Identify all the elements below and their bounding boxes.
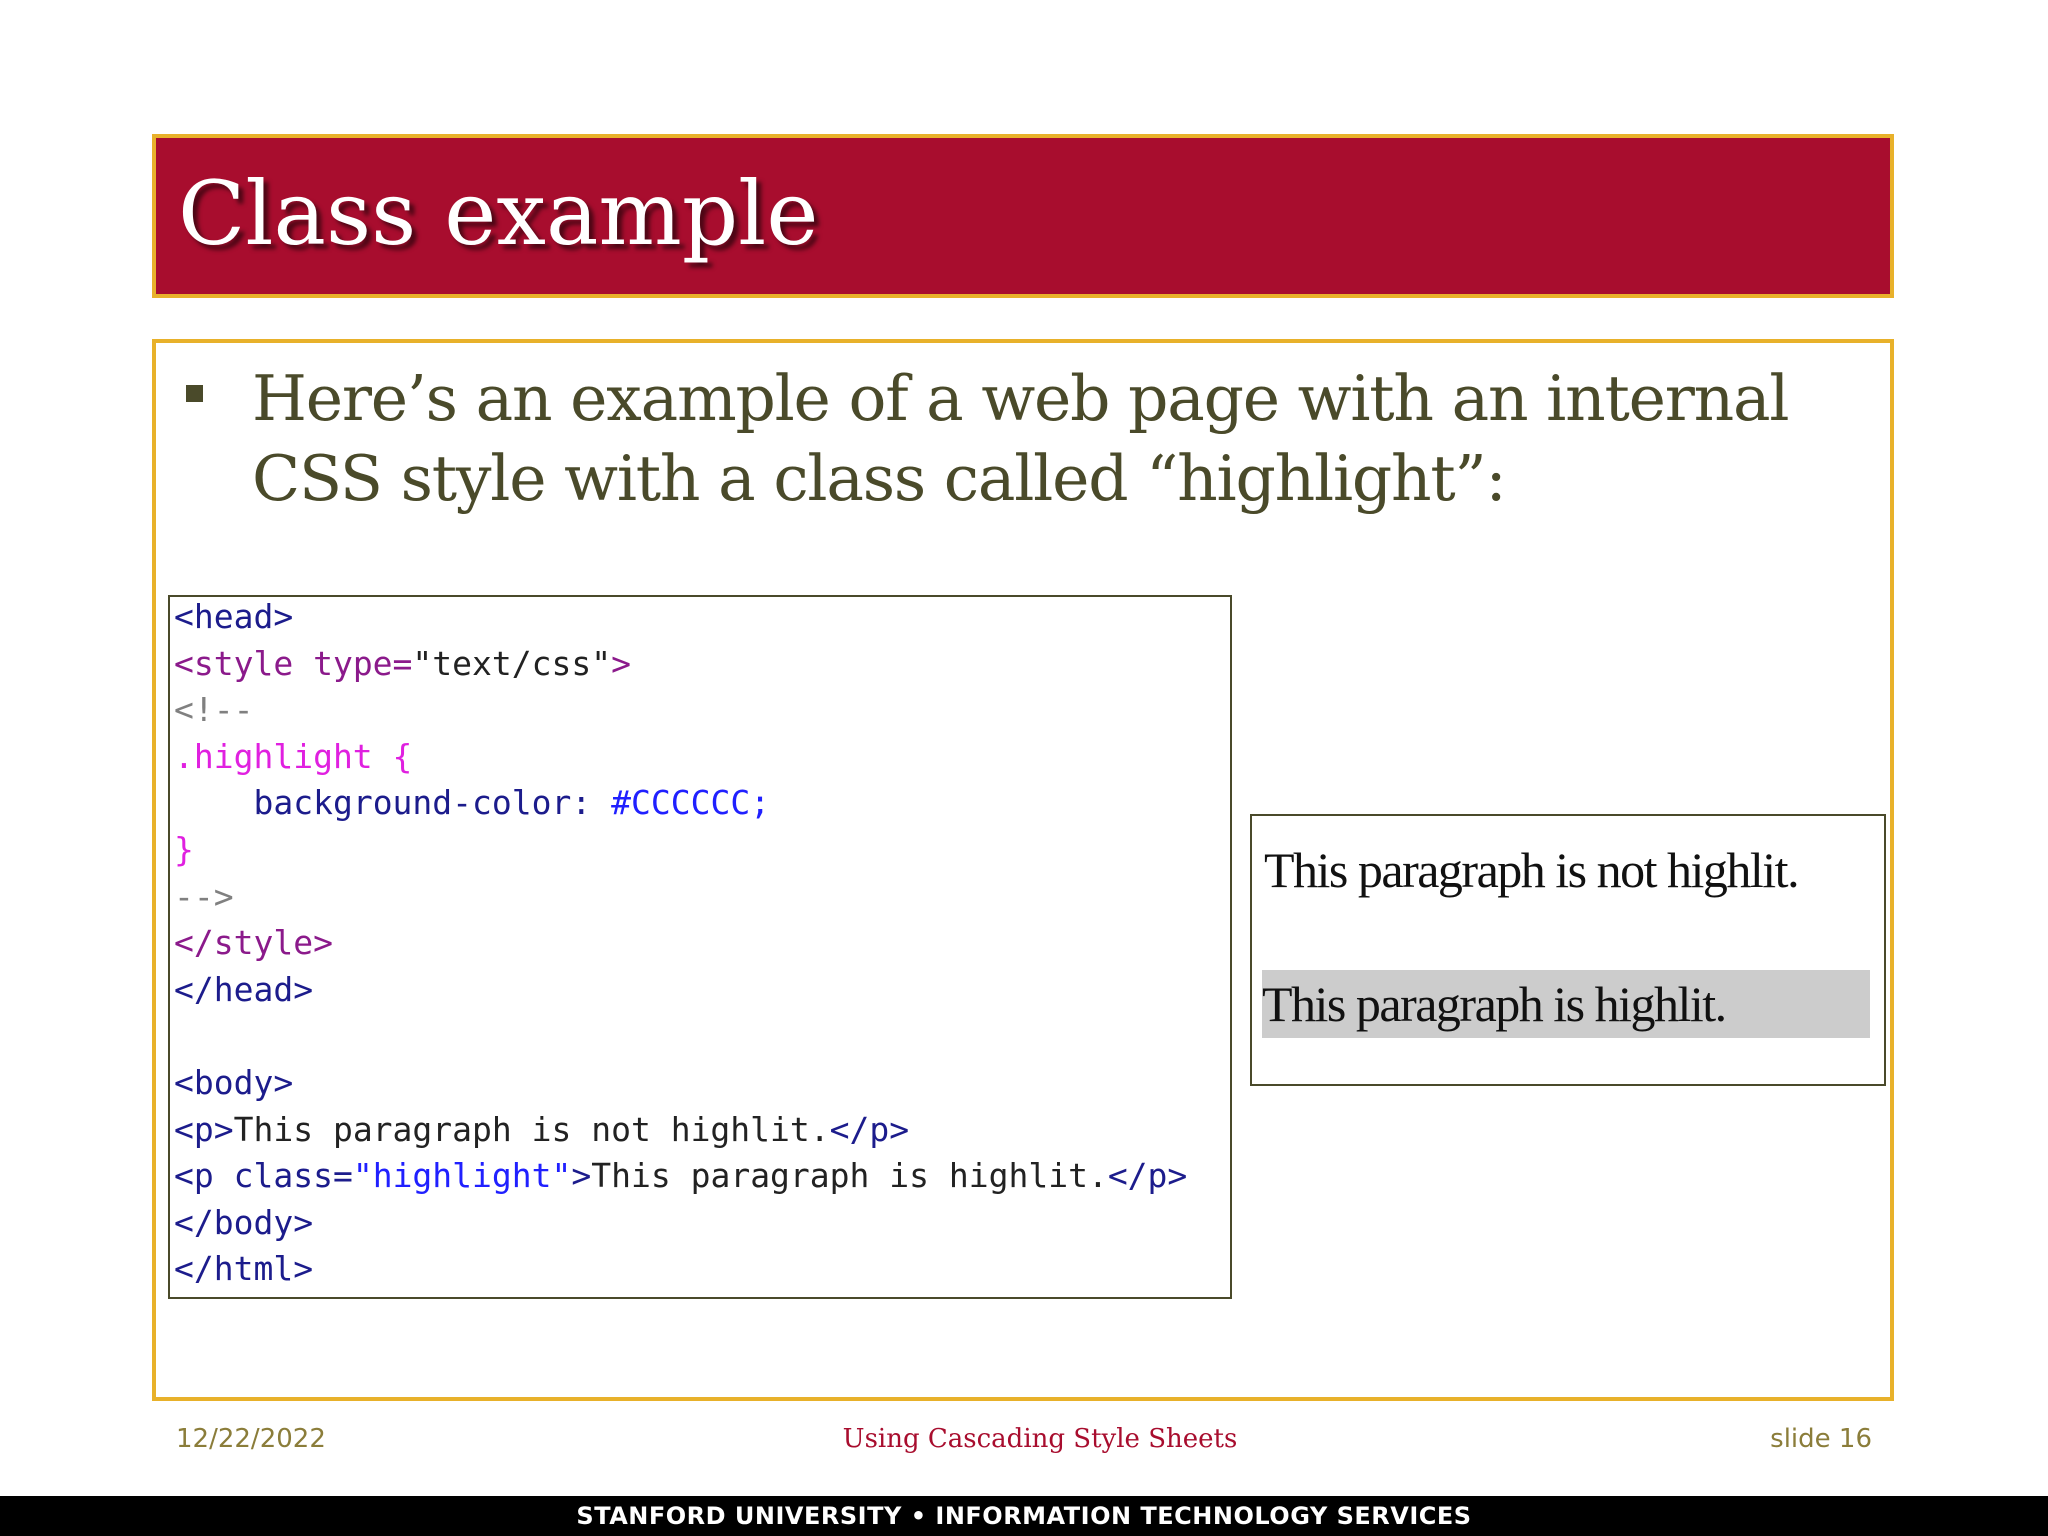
code-line: --> (174, 876, 234, 916)
code-token: background-color: (253, 783, 612, 823)
footer-title: Using Cascading Style Sheets (842, 1424, 1238, 1454)
code-token: <p (174, 1156, 234, 1196)
code-token: This paragraph is not highlit. (233, 1109, 830, 1149)
code-line: .highlight { (174, 736, 413, 776)
rendered-preview: This paragraph is not highlit. This para… (1250, 814, 1886, 1086)
code-token: This paragraph is highlit. (591, 1156, 1108, 1196)
bullet-square-icon (186, 385, 203, 402)
code-line: </body> (174, 1202, 314, 1242)
organization-bar: STANFORD UNIVERSITY • INFORMATION TECHNO… (0, 1496, 2048, 1536)
organization-name: STANFORD UNIVERSITY • INFORMATION TECHNO… (576, 1502, 1472, 1530)
bullet-text: Here’s an example of a web page with an … (252, 362, 1789, 515)
preview-paragraph-highlighted: This paragraph is highlit. (1262, 970, 1870, 1038)
code-line: <p class="highlight">This paragraph is h… (174, 1156, 1187, 1203)
slide-title: Class example (178, 162, 819, 265)
code-line: background-color: #CCCCCC; (174, 783, 1187, 830)
code-token: "highlight" (352, 1156, 572, 1196)
code-token: <p> (174, 1109, 234, 1149)
code-token: </p> (829, 1109, 910, 1149)
code-token: type= (313, 643, 413, 683)
code-token: > (571, 1156, 592, 1196)
code-line: <style type="text/css"> (174, 644, 1187, 691)
code-line: <p>This paragraph is not highlit.</p> (174, 1110, 1187, 1157)
code-line: </style> (174, 923, 333, 963)
code-sample: <head> <style type="text/css"> <!-- .hig… (168, 595, 1232, 1299)
code-line: </head> (174, 969, 314, 1009)
code-token: <style (174, 643, 314, 683)
code-lines: <head> <style type="text/css"> <!-- .hig… (174, 597, 1187, 1296)
code-line: } (174, 829, 194, 869)
preview-paragraph-plain: This paragraph is not highlit. (1264, 842, 1800, 898)
footer-slide-number: slide 16 (1770, 1424, 1872, 1454)
code-token: > (611, 643, 631, 683)
code-token: class= (233, 1156, 353, 1196)
code-token: </p> (1107, 1156, 1188, 1196)
code-line: <!-- (174, 690, 254, 730)
slide-title-bar: Class example (152, 134, 1894, 298)
code-line: <head> (174, 597, 294, 636)
code-token: #CCCCCC; (611, 783, 771, 823)
code-line: <body> (174, 1062, 294, 1102)
code-token: "text/css" (412, 643, 612, 683)
code-line: </html> (174, 1249, 314, 1289)
